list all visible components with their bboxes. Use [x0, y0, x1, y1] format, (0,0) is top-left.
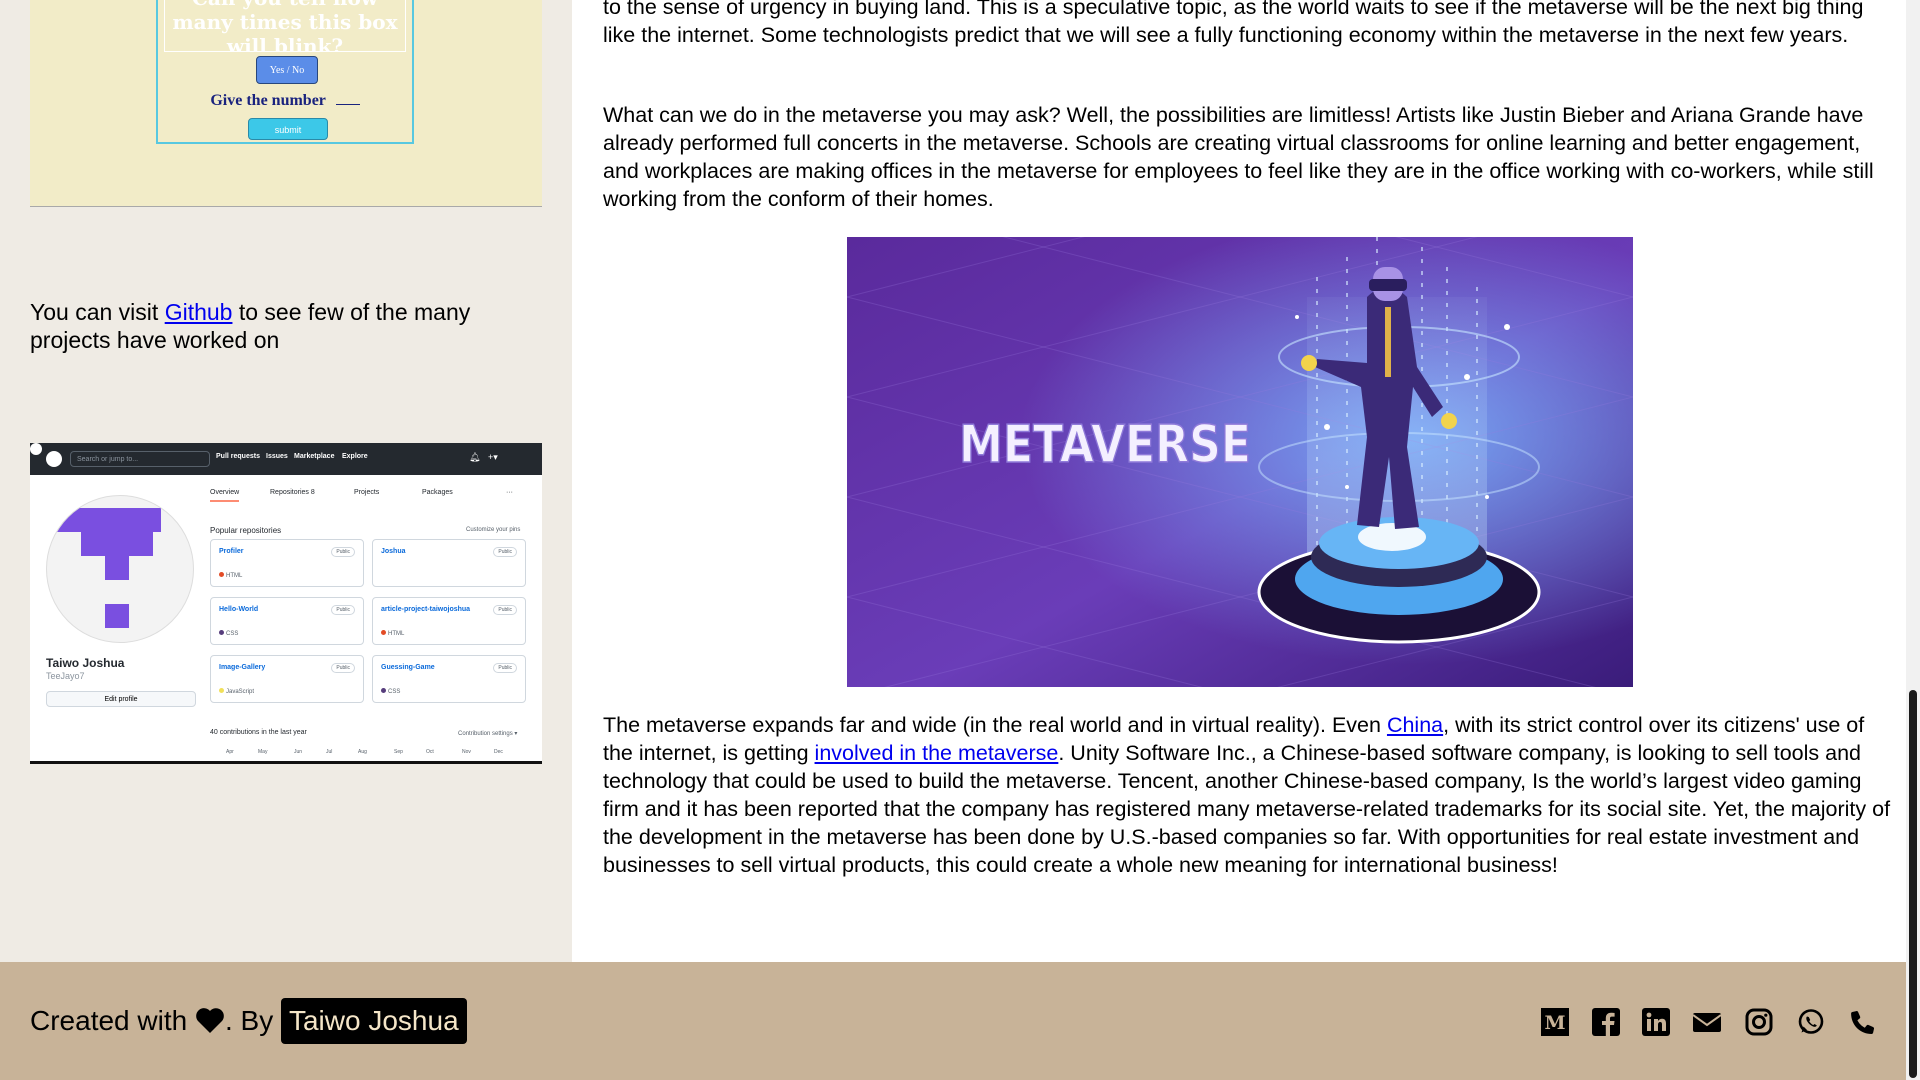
blink-game-widget: Can you tell how many times this box wil… [30, 0, 542, 207]
gh-profile-name: Taiwo Joshua [46, 656, 125, 670]
article-paragraph-possibilities: What can we do in the metaverse you may … [603, 103, 1874, 211]
gh-repo-lang: HTML [381, 630, 404, 637]
created-with-text: Created with [30, 1005, 195, 1036]
github-link[interactable]: Github [165, 299, 233, 325]
page-scrollbar[interactable] [1906, 0, 1920, 1080]
gh-nav-pull-requests: Pull requests [216, 453, 260, 460]
gh-tab-more: ··· [506, 489, 513, 496]
gh-repo-badge: Public [493, 663, 517, 673]
medium-icon[interactable]: M [1541, 1008, 1569, 1036]
by-text: . By [224, 1005, 281, 1036]
gh-repo-card: article-project-taiwojoshua Public HTML [372, 597, 526, 645]
facebook-icon[interactable] [1592, 1008, 1620, 1036]
blink-question: Can you tell how many times this box wil… [172, 0, 398, 52]
submit-button[interactable]: submit [248, 118, 328, 140]
gh-repo-card: Image-Gallery Public JavaScript [210, 655, 364, 703]
gh-month: Jul [326, 749, 333, 755]
metaverse-image: METAVERSE [847, 237, 1633, 687]
footer-credit: Created with . By Taiwo Joshua [30, 998, 467, 1044]
metaverse-image-title: METAVERSE [959, 415, 1251, 475]
gh-repo-name: Joshua [381, 548, 406, 555]
article-paragraph-intro: to the sense of urgency in buying land. … [603, 0, 1864, 47]
gh-customize-pins: Customize your pins [466, 527, 521, 533]
gh-repo-name: Profiler [219, 548, 244, 555]
whatsapp-icon[interactable] [1797, 1008, 1825, 1036]
gh-repo-badge: Public [331, 547, 355, 557]
gh-month: May [258, 749, 268, 755]
china-link[interactable]: China [1387, 713, 1443, 737]
gh-repo-lang: CSS [219, 630, 238, 637]
gh-repo-card: Guessing-Game Public CSS [372, 655, 526, 703]
gh-month: Dec [494, 749, 503, 755]
number-label: Give the number [210, 92, 326, 109]
article-paragraph-international: The metaverse expands far and wide (in t… [603, 711, 1893, 879]
gh-repo-badge: Public [493, 547, 517, 557]
gh-repo-card: Profiler Public HTML [210, 539, 364, 587]
gh-month: Nov [462, 749, 471, 755]
blink-box: Can you tell how many times this box wil… [156, 0, 414, 144]
gh-tab-packages: Packages [422, 489, 453, 496]
gh-repo-name: Guessing-Game [381, 664, 435, 671]
para3-text: The metaverse expands far and wide (in t… [603, 713, 1387, 737]
bell-icon: 🔔︎ [469, 452, 481, 462]
gh-nav-marketplace: Marketplace [294, 453, 335, 460]
gh-month: Sep [394, 749, 403, 755]
gh-repo-lang: JavaScript [219, 688, 254, 695]
gh-tab-repositories: Repositories 8 [270, 489, 315, 496]
yes-no-button[interactable]: Yes / No [256, 56, 318, 84]
scrollbar-thumb[interactable] [1909, 690, 1917, 1078]
page: Can you tell how many times this box wil… [0, 0, 1906, 1080]
number-input[interactable] [335, 90, 360, 105]
gh-edit-profile-button: Edit profile [46, 691, 196, 707]
gh-topbar: Search or jump to... Pull requests Issue… [30, 443, 542, 475]
gh-repo-badge: Public [331, 605, 355, 615]
gh-repo-badge: Public [331, 663, 355, 673]
gh-repo-badge: Public [493, 605, 517, 615]
gh-contribution-settings: Contribution settings ▾ [458, 731, 518, 737]
instagram-icon[interactable] [1745, 1008, 1773, 1036]
gh-month: Apr [226, 749, 234, 755]
gh-repo-name: Hello-World [219, 606, 259, 613]
involved-in-metaverse-link[interactable]: involved in the metaverse [815, 741, 1059, 765]
blink-question-box: Can you tell how many times this box wil… [164, 0, 406, 52]
gh-repo-name: article-project-taiwojoshua [381, 606, 471, 613]
github-logo-icon [46, 451, 62, 467]
gh-search: Search or jump to... [70, 451, 210, 467]
phone-icon[interactable] [1849, 1008, 1877, 1036]
github-profile-screenshot[interactable]: Search or jump to... Pull requests Issue… [30, 443, 542, 764]
article-content: to the sense of urgency in buying land. … [572, 0, 1906, 962]
gh-month: Jun [294, 749, 303, 755]
gh-repo-name: Image-Gallery [219, 664, 266, 671]
gh-tab-overview: Overview [210, 489, 240, 502]
number-row: Give the number [158, 90, 412, 110]
gh-repo-card: Hello-World Public CSS [210, 597, 364, 645]
gh-nav-issues: Issues [266, 453, 288, 460]
gh-repo-lang: HTML [219, 572, 242, 579]
gh-nav-explore: Explore [342, 453, 368, 460]
gh-tab-projects: Projects [354, 489, 380, 496]
avatar [46, 495, 194, 643]
gh-username: TeeJayo7 [46, 671, 85, 681]
linkedin-icon[interactable] [1642, 1008, 1670, 1036]
gh-tabs: Overview Repositories 8 Projects Package… [210, 489, 530, 505]
mail-icon[interactable] [1693, 1008, 1721, 1036]
gh-contributions: 40 contributions in the last year [210, 729, 307, 736]
github-text: You can visit Github to see few of the m… [30, 298, 530, 354]
gh-month: Aug [358, 749, 367, 755]
gh-repo-lang: CSS [381, 688, 400, 695]
gh-repo-card: Joshua Public [372, 539, 526, 587]
gh-popular-title: Popular repositories [210, 526, 282, 535]
footer: Created with . By Taiwo Joshua M [0, 962, 1906, 1080]
plus-icon: +▾ [488, 452, 498, 462]
author-badge[interactable]: Taiwo Joshua [280, 998, 467, 1044]
heart-icon [196, 1008, 224, 1033]
github-text-before: You can visit [30, 299, 165, 325]
left-sidebar: Can you tell how many times this box wil… [0, 0, 572, 962]
user-avatar-icon [30, 443, 42, 455]
gh-month: Oct [426, 749, 434, 755]
svg-text:M: M [1544, 1012, 1565, 1034]
